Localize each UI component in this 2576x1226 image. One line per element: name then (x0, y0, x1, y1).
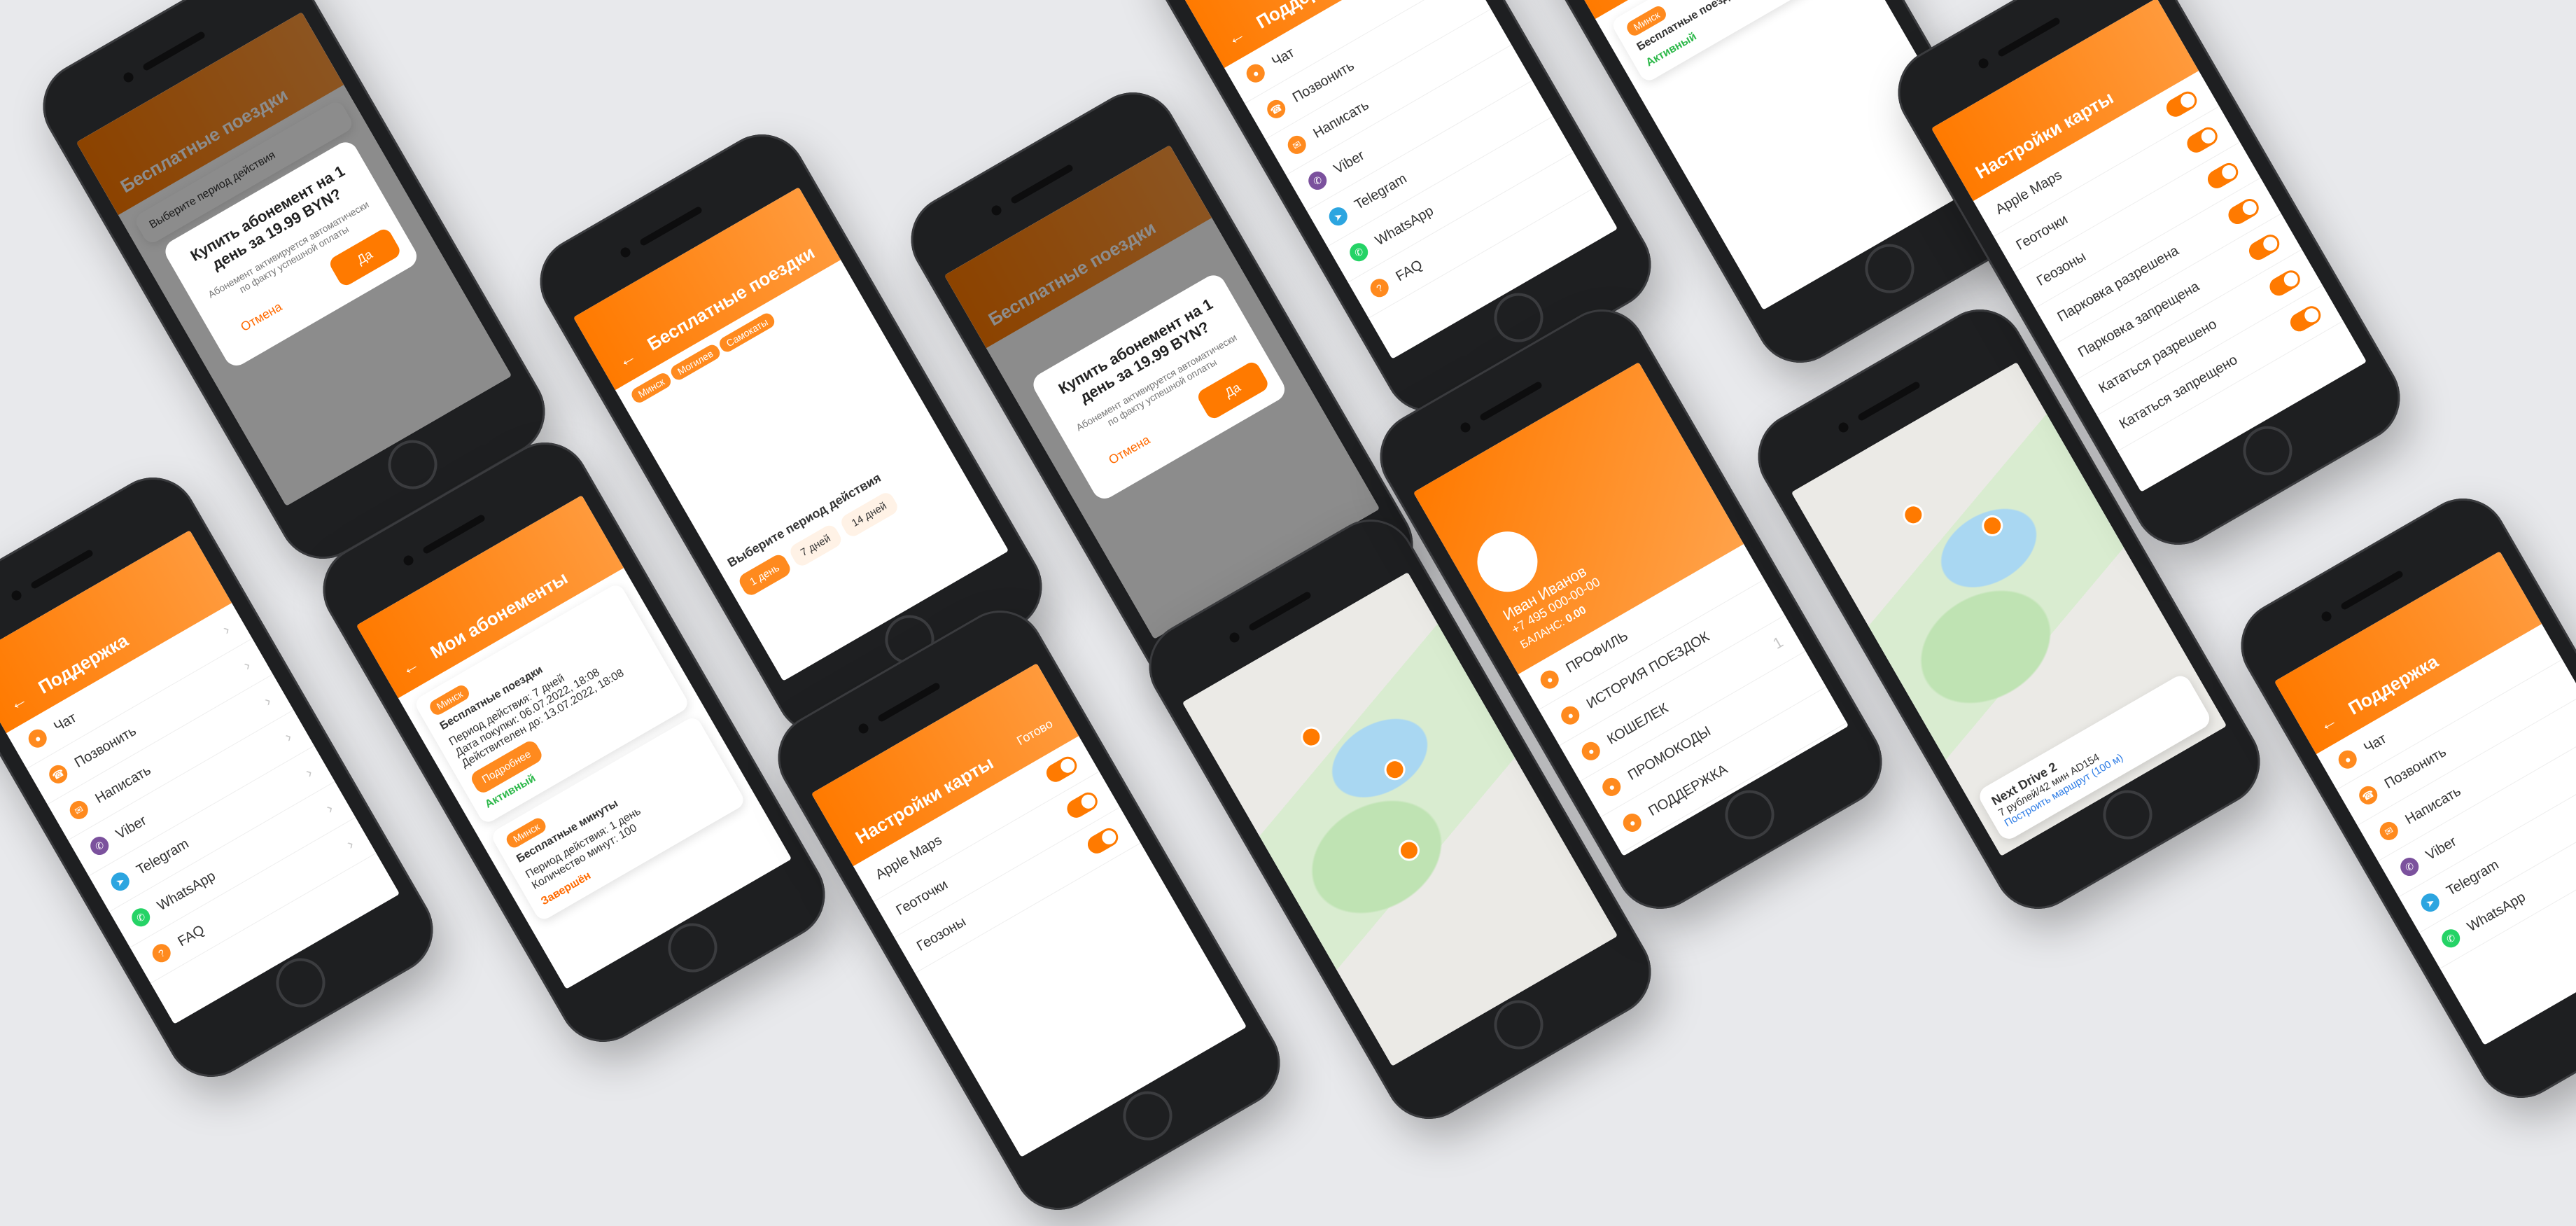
speaker (29, 548, 94, 590)
toggle-switch[interactable] (2183, 124, 2221, 156)
chevron-right-icon: › (323, 799, 337, 817)
toggle-switch[interactable] (1063, 789, 1101, 821)
chevron-right-icon: › (281, 727, 295, 746)
camera (1976, 56, 1991, 71)
whatsapp-icon: ✆ (1346, 239, 1371, 265)
back-arrow-icon[interactable]: ← (2315, 709, 2342, 736)
telegram-icon: ➤ (2417, 890, 2443, 915)
back-arrow-icon[interactable]: ← (5, 688, 31, 715)
telegram-icon: ➤ (107, 869, 133, 894)
chevron-right-icon: › (302, 763, 316, 781)
faq-icon: ? (1366, 275, 1392, 301)
item-label: FAQ (175, 921, 207, 949)
user-icon: ● (1536, 667, 1562, 692)
history-icon: ● (1558, 702, 1583, 728)
back-arrow-icon[interactable]: ← (397, 653, 424, 680)
chevron-right-icon: › (219, 620, 233, 639)
toggle-switch[interactable] (1084, 825, 1122, 857)
chevron-right-icon: › (240, 656, 254, 674)
menu-label: ВЫХОД (1666, 816, 1718, 855)
mail-icon: ✉ (1284, 132, 1310, 158)
speaker (1856, 380, 1921, 422)
back-arrow-icon[interactable]: ← (614, 344, 640, 372)
viber-icon: ✆ (87, 833, 112, 858)
chevron-right-icon: › (260, 692, 274, 710)
speaker (1009, 163, 1074, 205)
speaker (421, 513, 486, 555)
logout-icon: ⏏ (1640, 846, 1665, 856)
camera (121, 70, 136, 85)
toggle-switch[interactable] (2246, 231, 2283, 263)
notification-badge: 1 (1770, 633, 1786, 653)
camera (618, 245, 633, 260)
promo-icon: ● (1599, 774, 1624, 800)
screen: Настройки карты Готово Apple Maps Геоточ… (811, 663, 1247, 1157)
wallet-icon: ● (1578, 739, 1604, 764)
toggle-switch[interactable] (2266, 267, 2304, 299)
speaker (141, 30, 206, 72)
screen: Бесплатные поездки Выберите период дейст… (76, 12, 512, 506)
support-icon: ● (1619, 810, 1645, 835)
item-label: Чат (1269, 44, 1297, 70)
speaker (1247, 590, 1312, 632)
toggle-switch[interactable] (1043, 753, 1081, 786)
whatsapp-icon: ✆ (2438, 926, 2463, 951)
item-label: Viber (113, 812, 149, 842)
speaker (638, 205, 704, 247)
camera (989, 203, 1004, 218)
phone-icon: ☎ (1264, 97, 1289, 122)
mail-icon: ✉ (66, 797, 92, 823)
chat-icon: ● (24, 725, 50, 751)
speaker (1996, 16, 2062, 58)
screen: ← Поддержка ●Чат ☎Позвонить ✉Написать ✆V… (2274, 551, 2576, 1045)
camera (9, 588, 24, 603)
camera (856, 721, 871, 736)
phone-icon: ☎ (2356, 783, 2381, 808)
speaker (2339, 569, 2404, 611)
phone-icon: ☎ (46, 762, 71, 787)
chevron-right-icon: › (343, 835, 357, 853)
phone-support-right: ← Поддержка ● Чат ☎ Позвонить ✉ Написать ✆ V… (2225, 482, 2576, 1115)
faq-icon: ? (148, 940, 174, 966)
viber-icon: ✆ (2397, 854, 2422, 879)
chat-icon: ● (2334, 746, 2360, 772)
camera (1227, 630, 1242, 645)
item-label: Viber (1331, 147, 1367, 177)
viber-icon: ✆ (1305, 168, 1330, 193)
toggle-switch[interactable] (2204, 160, 2242, 192)
camera (1458, 420, 1473, 435)
camera (401, 553, 416, 568)
item-label: Чат (51, 709, 79, 735)
item-label: Чат (2361, 730, 2389, 756)
speaker (876, 681, 941, 723)
toggle-switch[interactable] (2163, 88, 2201, 120)
telegram-icon: ➤ (1325, 204, 1351, 229)
camera (2319, 609, 2334, 624)
camera (1836, 420, 1851, 435)
mail-icon: ✉ (2376, 819, 2402, 844)
item-label: Viber (2423, 833, 2459, 863)
whatsapp-icon: ✆ (128, 905, 153, 930)
toggle-switch[interactable] (2287, 302, 2325, 335)
back-arrow-icon[interactable]: ← (1223, 22, 1250, 50)
chat-icon: ● (1242, 60, 1268, 86)
speaker (1478, 380, 1544, 422)
item-label: FAQ (1393, 256, 1425, 284)
subscription-card-1: Минск Бесплатные поездки Активный (1609, 0, 1852, 84)
done-button[interactable]: Готово (1014, 716, 1056, 748)
toggle-switch[interactable] (2225, 195, 2262, 228)
